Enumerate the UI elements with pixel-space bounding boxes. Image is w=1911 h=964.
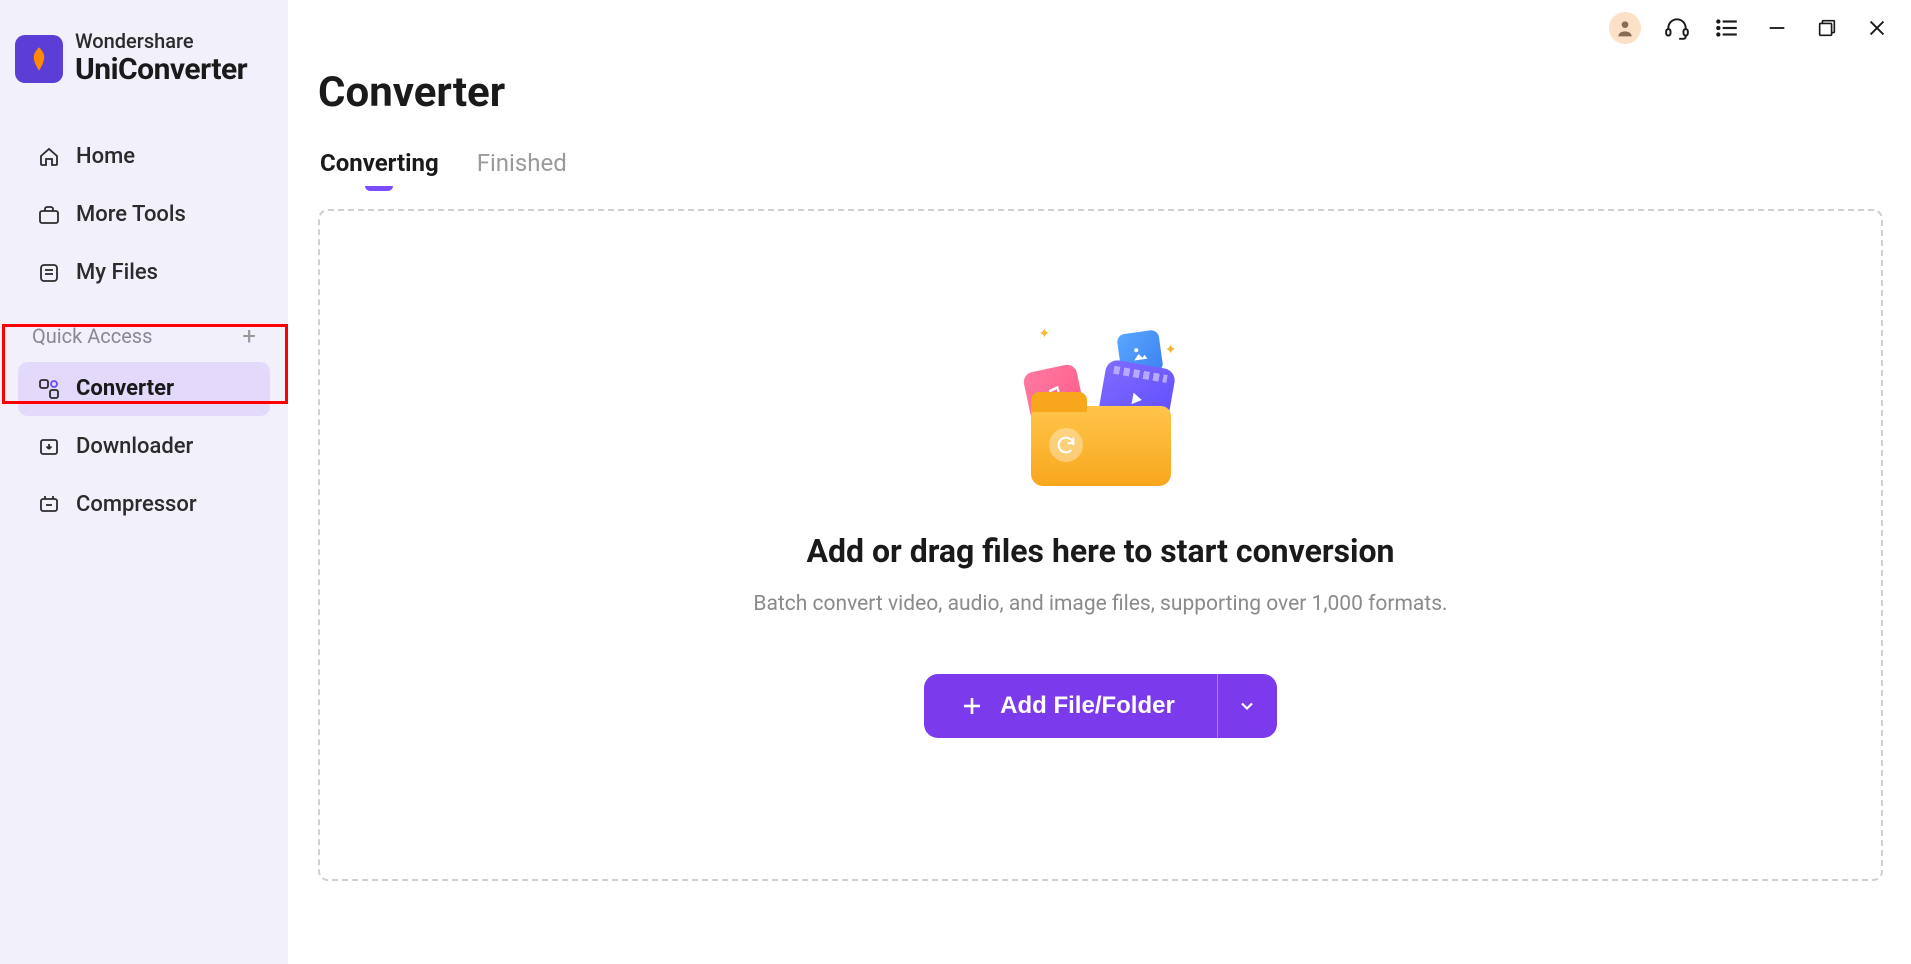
sparkle-icon: ✦ bbox=[1039, 326, 1051, 342]
home-icon bbox=[36, 144, 62, 170]
sidebar-item-label: More Tools bbox=[76, 202, 186, 227]
maximize-button[interactable] bbox=[1813, 14, 1841, 42]
sidebar-item-converter[interactable]: Converter bbox=[18, 362, 270, 416]
brand-name: Wondershare bbox=[75, 30, 247, 53]
dropzone-title: Add or drag files here to start conversi… bbox=[807, 532, 1395, 570]
dropzone-illustration: ✦ ✦ bbox=[1021, 326, 1181, 496]
sidebar-item-label: Home bbox=[76, 144, 135, 169]
chevron-down-icon bbox=[1237, 696, 1257, 716]
minimize-button[interactable] bbox=[1763, 14, 1791, 42]
add-quick-access-button[interactable]: + bbox=[242, 322, 256, 350]
dropzone[interactable]: ✦ ✦ Add or drag files here to start conv… bbox=[318, 209, 1883, 881]
sidebar: Wondershare UniConverter Home More Tools… bbox=[0, 0, 288, 964]
compressor-icon bbox=[36, 492, 62, 518]
add-file-group: Add File/Folder bbox=[924, 674, 1277, 738]
sidebar-item-my-files[interactable]: My Files bbox=[18, 246, 270, 300]
main-content: Converter Converting Finished ✦ ✦ Add or… bbox=[288, 0, 1911, 964]
menu-icon[interactable] bbox=[1713, 14, 1741, 42]
nav-quick-access: Converter Downloader Compressor bbox=[10, 362, 278, 532]
support-icon[interactable] bbox=[1663, 14, 1691, 42]
sidebar-item-downloader[interactable]: Downloader bbox=[18, 420, 270, 474]
quick-access-header: Quick Access + bbox=[10, 304, 278, 358]
files-icon bbox=[36, 260, 62, 286]
nav-primary: Home More Tools My Files bbox=[10, 130, 278, 300]
logo-text: Wondershare UniConverter bbox=[75, 30, 247, 88]
sidebar-item-label: Downloader bbox=[76, 434, 193, 459]
sidebar-item-more-tools[interactable]: More Tools bbox=[18, 188, 270, 242]
add-file-button[interactable]: Add File/Folder bbox=[924, 674, 1217, 738]
user-avatar[interactable] bbox=[1609, 12, 1641, 44]
plus-icon bbox=[960, 694, 984, 718]
sidebar-item-home[interactable]: Home bbox=[18, 130, 270, 184]
converter-icon bbox=[36, 376, 62, 402]
add-file-dropdown-button[interactable] bbox=[1217, 674, 1277, 738]
sparkle-icon: ✦ bbox=[1165, 342, 1177, 358]
quick-access-label: Quick Access bbox=[32, 324, 152, 348]
sidebar-item-compressor[interactable]: Compressor bbox=[18, 478, 270, 532]
sidebar-item-label: Converter bbox=[76, 376, 174, 401]
toolbox-icon bbox=[36, 202, 62, 228]
window-controls bbox=[1609, 12, 1891, 44]
sidebar-item-label: Compressor bbox=[76, 492, 197, 517]
tab-finished[interactable]: Finished bbox=[477, 149, 567, 187]
tab-converting[interactable]: Converting bbox=[320, 149, 439, 187]
downloader-icon bbox=[36, 434, 62, 460]
sync-icon bbox=[1049, 428, 1083, 462]
add-file-label: Add File/Folder bbox=[1000, 692, 1175, 720]
close-button[interactable] bbox=[1863, 14, 1891, 42]
logo-icon bbox=[15, 35, 63, 83]
sidebar-item-label: My Files bbox=[76, 260, 158, 285]
folder-icon bbox=[1031, 406, 1171, 486]
app-logo: Wondershare UniConverter bbox=[10, 30, 278, 88]
dropzone-subtitle: Batch convert video, audio, and image fi… bbox=[753, 592, 1447, 616]
product-name: UniConverter bbox=[75, 53, 247, 88]
tabs: Converting Finished bbox=[288, 117, 1911, 187]
